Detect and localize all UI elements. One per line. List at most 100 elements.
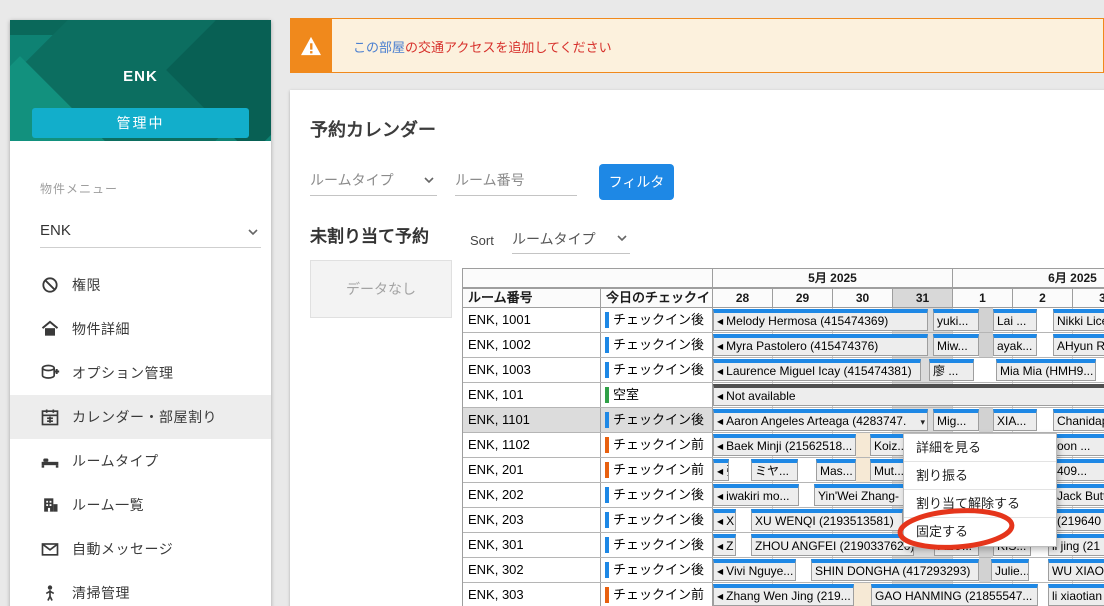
booking-block[interactable]: ayak... — [993, 334, 1037, 356]
booking-label: oon ... — [1057, 439, 1091, 453]
booking-block[interactable]: Mig... — [933, 409, 979, 431]
sidebar-item-label: ルームタイプ — [72, 453, 159, 469]
chevron-down-icon — [617, 235, 627, 242]
room-number-input[interactable]: ルーム番号 — [455, 168, 577, 196]
booking-block[interactable]: Jack Butt — [1053, 484, 1104, 506]
sort-select[interactable]: ルームタイプ — [512, 226, 630, 254]
status-text: チェックイン後 — [613, 362, 705, 377]
booking-label: AHyun Ry — [1057, 339, 1104, 353]
booking-block[interactable]: Nikki Lice — [1053, 309, 1104, 331]
booking-block[interactable]: ZHOU ANGFEI (2190337620) — [751, 534, 914, 556]
day-header: 28 — [713, 288, 773, 308]
gap-shade — [979, 333, 993, 357]
booking-block[interactable]: XIA... — [993, 409, 1037, 431]
booking-block[interactable]: li xiaotian — [1048, 584, 1104, 606]
bed-icon — [40, 451, 60, 471]
booking-block[interactable]: Julie... — [991, 559, 1029, 581]
property-header: ENK 管理中 — [10, 20, 271, 141]
booking-block[interactable]: Mas... — [816, 459, 856, 481]
property-select[interactable]: ENK — [40, 216, 261, 248]
status-color-bar — [605, 512, 609, 528]
not-available-block[interactable]: ◀ Not available — [713, 384, 1104, 406]
checkin-status-cell: チェックイン後 — [601, 308, 713, 332]
context-menu-item[interactable]: 割り振る — [904, 462, 1056, 490]
checkin-status-cell: チェックイン後 — [601, 558, 713, 582]
page: ENK 管理中 物件メニュー ENK 権限 物件詳細 オプション管理 カレンダー・部屋… — [0, 0, 1104, 606]
calendar-row: ENK, 1002 チェックイン後 ◀ Myra Pastolero (4154743… — [463, 333, 1104, 358]
booking-label: Lai ... — [997, 314, 1027, 328]
booking-block[interactable]: Mia Mia (HMH9... — [996, 359, 1096, 381]
booking-label: X — [726, 514, 735, 528]
booking-block[interactable]: ◀ Laurence Miguel Icay (415474381) — [713, 359, 921, 381]
booking-label: 409... — [1057, 464, 1088, 478]
booking-block[interactable]: yuki... — [933, 309, 979, 331]
booking-block[interactable]: 廖 ... — [929, 359, 974, 381]
filter-button[interactable]: フィルタ — [599, 164, 674, 200]
booking-label: Nikki Lice — [1057, 314, 1104, 328]
room-number-cell: ENK, 1003 — [463, 358, 601, 382]
gap-cream — [856, 433, 870, 457]
checkin-status-cell: チェックイン前 — [601, 433, 713, 457]
room-type-filter[interactable]: ルームタイプ — [310, 168, 437, 196]
booking-block[interactable]: Chanidap — [1053, 409, 1104, 431]
booking-label: Zhang Wen Jing (219... — [726, 589, 851, 603]
booking-block[interactable]: SHIN DONGHA (417293293) — [811, 559, 979, 581]
status-color-bar — [605, 537, 609, 553]
booking-block[interactable]: Miw... — [933, 334, 979, 356]
sidebar-item-label: 権限 — [72, 277, 101, 293]
booking-block[interactable]: AHyun Ry — [1053, 334, 1104, 356]
sidebar-item-label: 自動メッセージ — [72, 541, 174, 557]
context-menu-item[interactable]: 詳細を見る — [904, 434, 1056, 462]
room-link[interactable]: この部屋 — [353, 37, 405, 56]
continues-left-icon: ◀ — [717, 567, 724, 576]
dropdown-caret-icon: ▾ — [920, 417, 925, 427]
booking-block[interactable]: ◀ X — [713, 509, 736, 531]
sidebar-item-message[interactable]: 自動メッセージ — [10, 527, 271, 571]
booking-block[interactable]: 409... — [1053, 459, 1104, 481]
room-number-cell: ENK, 1101 — [463, 408, 601, 432]
booking-block[interactable]: ミヤ... — [751, 459, 798, 481]
context-menu-item[interactable]: 固定する — [904, 518, 1056, 546]
prohibit-icon — [40, 275, 60, 295]
sidebar-item-person[interactable]: 清掃管理 — [10, 571, 271, 606]
booking-block[interactable]: ◀ Vivi Nguye... — [713, 559, 796, 581]
chevron-down-icon — [424, 177, 434, 184]
continues-left-icon: ◀ — [717, 442, 724, 451]
booking-label: Mig... — [937, 414, 967, 428]
sidebar-item-database[interactable]: オプション管理 — [10, 351, 271, 395]
booking-block[interactable]: ◀张 — [713, 459, 729, 481]
booking-block[interactable]: WU XIAO — [1048, 559, 1104, 581]
booking-block[interactable]: XU WENQI (2193513581) — [751, 509, 903, 531]
booking-block[interactable]: ◀ Aaron Angeles Arteaga (4283747. ▾ — [713, 409, 928, 431]
room-number-cell: ENK, 201 — [463, 458, 601, 482]
sidebar-item-prohibit[interactable]: 権限 — [10, 263, 271, 307]
booking-block[interactable]: ◀ Melody Hermosa (415474369) — [713, 309, 928, 331]
managing-status-badge[interactable]: 管理中 — [32, 108, 249, 138]
booking-block[interactable]: oon ... — [1053, 434, 1104, 456]
booking-block[interactable]: ◀ Myra Pastolero (415474376) — [713, 334, 928, 356]
booking-label: Jack Butt — [1057, 489, 1104, 503]
continues-left-icon: ◀ — [717, 392, 724, 401]
warning-icon — [290, 18, 332, 73]
room-number-cell: ENK, 101 — [463, 383, 601, 407]
booking-block[interactable]: GAO HANMING (21855547... — [871, 584, 1038, 606]
booking-label: (219640 — [1057, 514, 1102, 528]
sidebar-item-home[interactable]: 物件詳細 — [10, 307, 271, 351]
continues-left-icon: ◀ — [717, 317, 724, 326]
unassigned-heading: 未割り当て予約 — [310, 227, 429, 246]
booking-block[interactable]: (219640 — [1053, 509, 1104, 531]
booking-block[interactable]: ◀ Z — [713, 534, 736, 556]
booking-block[interactable]: ◀ Baek Minji (21562518... — [713, 434, 856, 456]
sidebar-item-building[interactable]: ルーム一覧 — [10, 483, 271, 527]
status-text: チェックイン前 — [613, 587, 705, 602]
booking-block[interactable]: ◀ Zhang Wen Jing (219... — [713, 584, 854, 606]
sidebar-item-bed[interactable]: ルームタイプ — [10, 439, 271, 483]
booking-block[interactable]: ◀ iwakiri mo... — [713, 484, 799, 506]
checkin-status-cell: チェックイン前 — [601, 458, 713, 482]
sidebar-item-calendar[interactable]: カレンダー・部屋割り — [10, 395, 271, 439]
calendar-row: ENK, 1003 チェックイン後 ◀ Laurence Miguel Icay (4… — [463, 358, 1104, 383]
booking-block[interactable]: Lai ... — [993, 309, 1037, 331]
room-number-cell: ENK, 203 — [463, 508, 601, 532]
context-menu-item[interactable]: 割り当て解除する — [904, 490, 1056, 518]
room-number-cell: ENK, 1102 — [463, 433, 601, 457]
